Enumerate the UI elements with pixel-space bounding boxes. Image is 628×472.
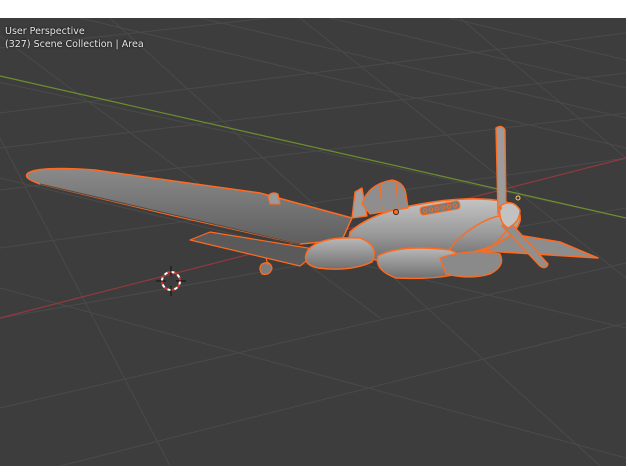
viewport-scene[interactable] xyxy=(0,18,626,466)
tail-wheel[interactable] xyxy=(259,262,273,276)
view-perspective-label: User Perspective xyxy=(5,26,85,37)
3d-viewport[interactable]: User Perspective (327) Scene Collection … xyxy=(0,18,626,466)
3d-cursor-icon[interactable] xyxy=(156,266,186,296)
cockpit-canopy[interactable] xyxy=(361,179,409,215)
top-strip xyxy=(0,0,628,18)
left-wing[interactable] xyxy=(25,167,353,245)
radiator[interactable] xyxy=(439,251,503,278)
bottom-edge-strip xyxy=(0,466,628,472)
object-origin-icon xyxy=(392,208,399,215)
scene-collection-label: (327) Scene Collection | Area xyxy=(5,39,144,50)
propeller-blade-top[interactable] xyxy=(495,125,507,215)
